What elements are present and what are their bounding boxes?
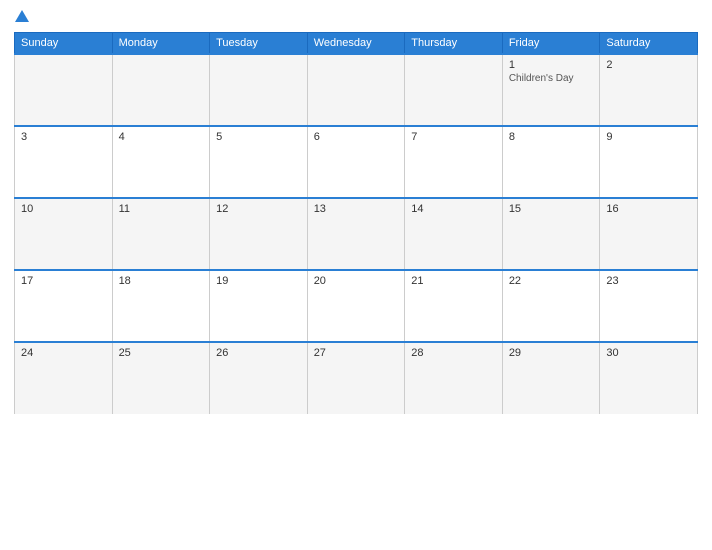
calendar-cell: 5 — [210, 126, 308, 198]
day-number: 4 — [119, 131, 204, 143]
calendar-cell: 12 — [210, 198, 308, 270]
day-number: 13 — [314, 203, 399, 215]
day-number: 18 — [119, 275, 204, 287]
day-number: 22 — [509, 275, 594, 287]
col-sunday: Sunday — [15, 33, 113, 55]
day-number: 29 — [509, 347, 594, 359]
day-number: 2 — [606, 59, 691, 71]
calendar-cell: 22 — [502, 270, 600, 342]
calendar-cell: 24 — [15, 342, 113, 414]
col-thursday: Thursday — [405, 33, 503, 55]
calendar-cell: 8 — [502, 126, 600, 198]
day-number: 12 — [216, 203, 301, 215]
calendar-cell — [405, 54, 503, 126]
calendar-cell: 17 — [15, 270, 113, 342]
calendar-cell: 19 — [210, 270, 308, 342]
calendar-cell: 23 — [600, 270, 698, 342]
calendar-cell: 13 — [307, 198, 405, 270]
calendar-cell: 10 — [15, 198, 113, 270]
day-number: 9 — [606, 131, 691, 143]
day-number: 27 — [314, 347, 399, 359]
day-number: 14 — [411, 203, 496, 215]
calendar-cell: 30 — [600, 342, 698, 414]
holiday-label: Children's Day — [509, 73, 594, 84]
day-number: 21 — [411, 275, 496, 287]
day-number: 3 — [21, 131, 106, 143]
calendar-cell: 27 — [307, 342, 405, 414]
calendar-cell — [210, 54, 308, 126]
day-number: 26 — [216, 347, 301, 359]
logo-triangle-icon — [15, 10, 29, 22]
calendar-body: 1Children's Day2345678910111213141516171… — [15, 54, 698, 414]
day-number: 15 — [509, 203, 594, 215]
day-number: 6 — [314, 131, 399, 143]
calendar-cell: 16 — [600, 198, 698, 270]
day-number: 1 — [509, 59, 594, 71]
header — [14, 10, 698, 24]
col-monday: Monday — [112, 33, 210, 55]
day-number: 5 — [216, 131, 301, 143]
calendar-cell: 7 — [405, 126, 503, 198]
calendar-cell: 15 — [502, 198, 600, 270]
calendar-cell: 3 — [15, 126, 113, 198]
calendar-cell: 2 — [600, 54, 698, 126]
calendar-cell: 29 — [502, 342, 600, 414]
calendar-cell: 26 — [210, 342, 308, 414]
calendar-cell: 4 — [112, 126, 210, 198]
calendar-cell: 11 — [112, 198, 210, 270]
weekday-row: Sunday Monday Tuesday Wednesday Thursday… — [15, 33, 698, 55]
calendar-cell: 21 — [405, 270, 503, 342]
logo-top — [14, 10, 29, 24]
calendar-page: Sunday Monday Tuesday Wednesday Thursday… — [0, 0, 712, 550]
day-number: 17 — [21, 275, 106, 287]
col-friday: Friday — [502, 33, 600, 55]
calendar-cell: 18 — [112, 270, 210, 342]
logo — [14, 10, 29, 24]
calendar-table: Sunday Monday Tuesday Wednesday Thursday… — [14, 32, 698, 414]
calendar-cell: 20 — [307, 270, 405, 342]
calendar-week-row: 24 25 26 27 28 29 30 — [15, 342, 698, 414]
day-number: 20 — [314, 275, 399, 287]
calendar-cell — [112, 54, 210, 126]
day-number: 7 — [411, 131, 496, 143]
col-tuesday: Tuesday — [210, 33, 308, 55]
day-number: 11 — [119, 203, 204, 215]
calendar-cell: 25 — [112, 342, 210, 414]
calendar-week-row: 3 45 67 89 — [15, 126, 698, 198]
calendar-cell: 9 — [600, 126, 698, 198]
calendar-week-row: 1 Children's Day 2 — [15, 54, 698, 126]
day-number: 30 — [606, 347, 691, 359]
calendar-header: Sunday Monday Tuesday Wednesday Thursday… — [15, 33, 698, 55]
calendar-cell — [15, 54, 113, 126]
col-saturday: Saturday — [600, 33, 698, 55]
calendar-cell: 1 Children's Day — [502, 54, 600, 126]
calendar-cell: 28 — [405, 342, 503, 414]
col-wednesday: Wednesday — [307, 33, 405, 55]
day-number: 10 — [21, 203, 106, 215]
day-number: 28 — [411, 347, 496, 359]
calendar-cell: 14 — [405, 198, 503, 270]
calendar-week-row: 17 18 19 20 21 22 23 — [15, 270, 698, 342]
day-number: 16 — [606, 203, 691, 215]
day-number: 8 — [509, 131, 594, 143]
day-number: 23 — [606, 275, 691, 287]
calendar-week-row: 10 11 12 13 14 15 16 — [15, 198, 698, 270]
calendar-cell: 6 — [307, 126, 405, 198]
day-number: 24 — [21, 347, 106, 359]
calendar-cell — [307, 54, 405, 126]
day-number: 25 — [119, 347, 204, 359]
day-number: 19 — [216, 275, 301, 287]
